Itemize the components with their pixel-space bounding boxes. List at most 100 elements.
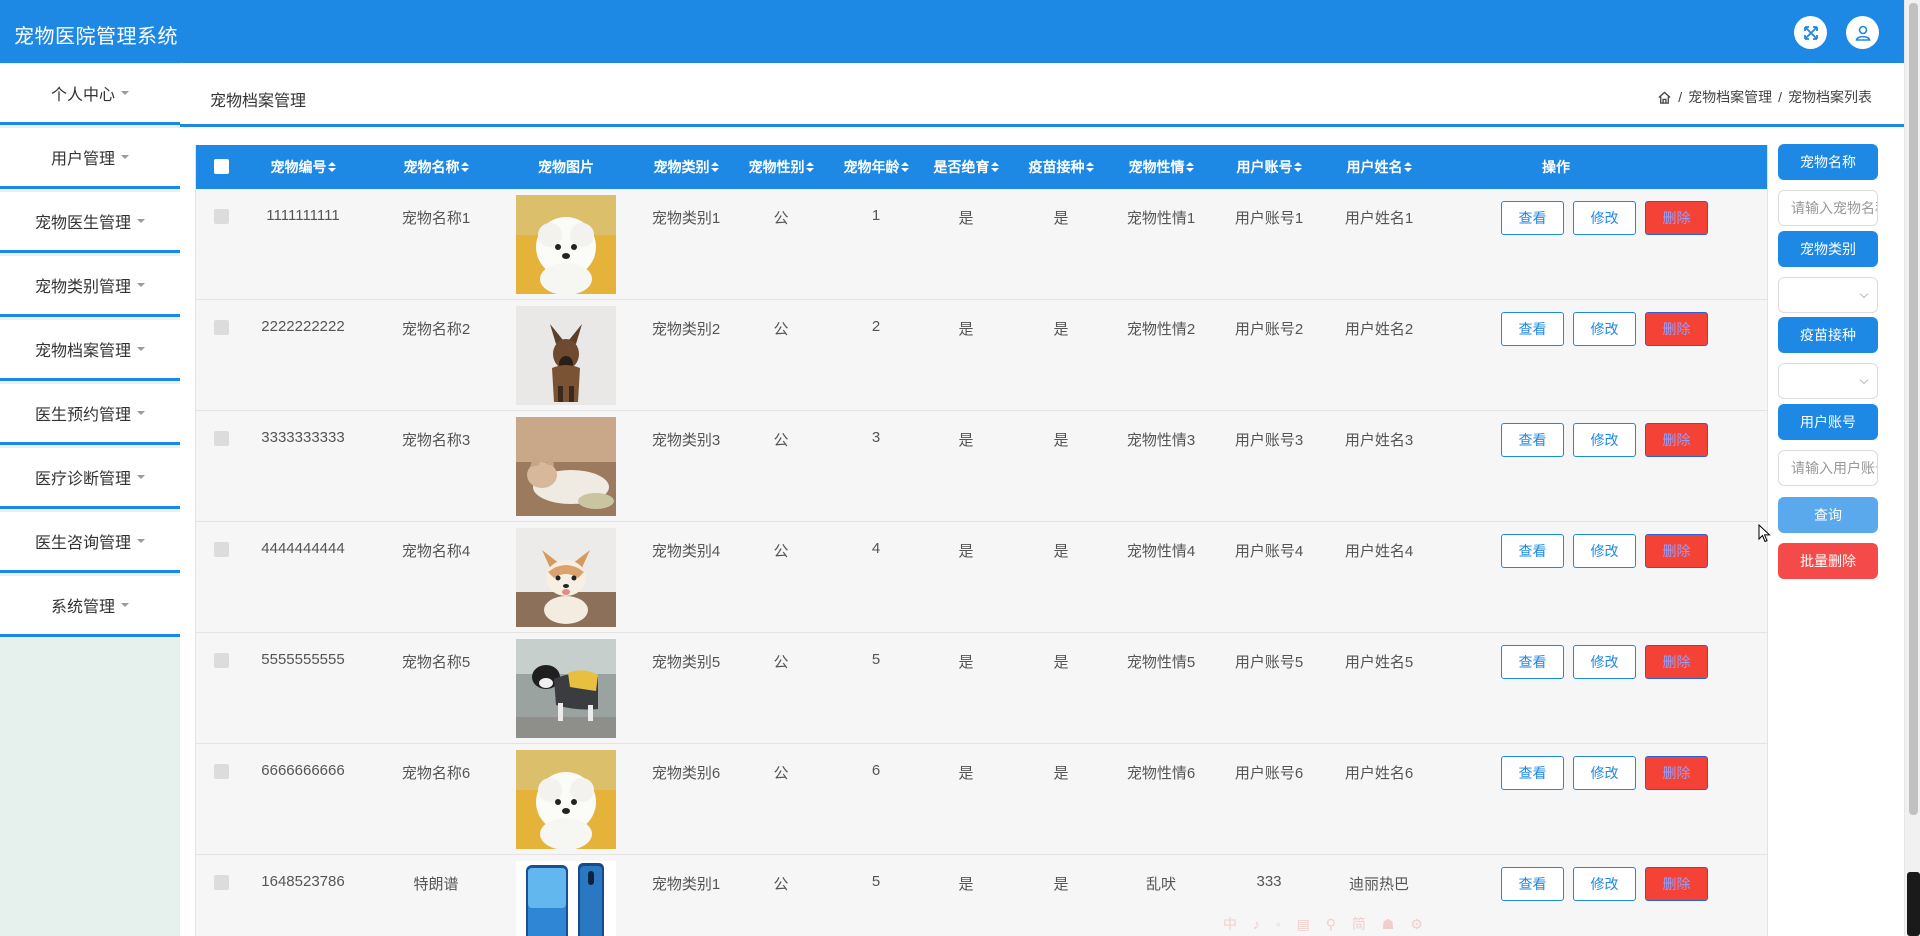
- user-menu-button[interactable]: [1846, 16, 1879, 49]
- row-checkbox[interactable]: [214, 875, 229, 890]
- sort-icon[interactable]: [1293, 162, 1302, 173]
- sidebar-item-users[interactable]: 用户管理: [0, 128, 180, 189]
- sidebar-item-consultation[interactable]: 医生咨询管理: [0, 512, 180, 573]
- delete-button[interactable]: 删除: [1645, 867, 1708, 901]
- vaccinated-cell: 是: [1053, 543, 1069, 560]
- row-checkbox[interactable]: [214, 431, 229, 446]
- account-label: 用户账号: [1778, 404, 1878, 440]
- pet-category-cell: 宠物类别1: [651, 876, 721, 893]
- row-checkbox[interactable]: [214, 764, 229, 779]
- pet-category-label: 宠物类别: [1778, 231, 1878, 267]
- column-header: 操作: [1542, 159, 1570, 175]
- sidebar-item-label: 用户管理: [50, 151, 115, 168]
- sort-icon[interactable]: [1085, 162, 1094, 173]
- sort-icon[interactable]: [1403, 162, 1412, 173]
- sort-icon[interactable]: [805, 162, 814, 173]
- column-header[interactable]: 疫苗接种: [1016, 145, 1106, 189]
- account-input[interactable]: 请输入用户账号: [1778, 450, 1878, 486]
- sidebar-item-diagnosis[interactable]: 医疗诊断管理: [0, 448, 180, 509]
- sidebar-item-label: 系统管理: [50, 599, 115, 616]
- edit-button[interactable]: 修改: [1573, 312, 1636, 346]
- page-scrollbar[interactable]: [1904, 0, 1920, 936]
- row-checkbox[interactable]: [214, 209, 229, 224]
- view-button[interactable]: 查看: [1501, 867, 1564, 901]
- column-header[interactable]: 宠物类别: [636, 145, 736, 189]
- temper-cell: 宠物性情6: [1126, 765, 1196, 782]
- edit-button[interactable]: 修改: [1573, 201, 1636, 235]
- chevron-down-icon: [121, 603, 129, 607]
- query-button[interactable]: 查询: [1778, 497, 1878, 533]
- row-checkbox[interactable]: [214, 653, 229, 668]
- edit-button[interactable]: 修改: [1573, 867, 1636, 901]
- edit-button[interactable]: 修改: [1573, 423, 1636, 457]
- batch-delete-button[interactable]: 批量删除: [1778, 543, 1878, 579]
- sidebar-item-system[interactable]: 系统管理: [0, 576, 180, 637]
- username-cell: 用户姓名1: [1344, 210, 1414, 227]
- view-button[interactable]: 查看: [1501, 756, 1564, 790]
- pet-age-cell: 3: [871, 429, 881, 446]
- breadcrumb-sep: /: [1778, 89, 1782, 105]
- breadcrumb-sep: /: [1678, 89, 1683, 105]
- row-checkbox[interactable]: [214, 542, 229, 557]
- view-button[interactable]: 查看: [1501, 312, 1564, 346]
- sidebar-item-pet-categories[interactable]: 宠物类别管理: [0, 256, 180, 317]
- view-button[interactable]: 查看: [1501, 423, 1564, 457]
- pet-sex-cell: 公: [773, 654, 789, 671]
- delete-button[interactable]: 删除: [1645, 423, 1708, 457]
- neutered-cell: 是: [958, 654, 974, 671]
- pet-id-cell: 4444444444: [261, 540, 345, 557]
- sort-icon[interactable]: [990, 162, 999, 173]
- edit-button[interactable]: 修改: [1573, 756, 1636, 790]
- pet-sex-cell: 公: [773, 765, 789, 782]
- sidebar-item-doctors[interactable]: 宠物医生管理: [0, 192, 180, 253]
- sort-icon[interactable]: [327, 162, 336, 173]
- view-button[interactable]: 查看: [1501, 534, 1564, 568]
- pet-age-cell: 5: [871, 651, 881, 668]
- table-header: 宠物编号 宠物名称 宠物图片 宠物类别 宠物性别 宠物年龄 是否绝育 疫苗接种 …: [196, 145, 1767, 189]
- view-button[interactable]: 查看: [1501, 645, 1564, 679]
- column-header[interactable]: 是否绝育: [926, 145, 1006, 189]
- delete-button[interactable]: 删除: [1645, 645, 1708, 679]
- fullscreen-button[interactable]: [1794, 16, 1827, 49]
- sort-icon[interactable]: [900, 162, 909, 173]
- scrollbar-corner: [1907, 872, 1920, 936]
- account-cell: 用户账号1: [1234, 210, 1304, 227]
- home-icon[interactable]: [1657, 90, 1672, 105]
- username-cell: 用户姓名3: [1344, 432, 1414, 449]
- delete-button[interactable]: 删除: [1645, 756, 1708, 790]
- delete-button[interactable]: 删除: [1645, 201, 1708, 235]
- column-header[interactable]: 宠物编号: [238, 145, 368, 189]
- pet-category-cell: 宠物类别6: [651, 765, 721, 782]
- view-button[interactable]: 查看: [1501, 201, 1564, 235]
- pet-name-input[interactable]: 请输入宠物名称: [1778, 190, 1878, 226]
- column-header[interactable]: 宠物性情: [1111, 145, 1211, 189]
- column-header[interactable]: 宠物年龄: [831, 145, 921, 189]
- sidebar-item-pet-records[interactable]: 宠物档案管理: [0, 320, 180, 381]
- pet-name-label: 宠物名称: [1778, 144, 1878, 180]
- delete-button[interactable]: 删除: [1645, 534, 1708, 568]
- select-all-checkbox[interactable]: [214, 159, 229, 174]
- delete-button[interactable]: 删除: [1645, 312, 1708, 346]
- sidebar-item-appointments[interactable]: 医生预约管理: [0, 384, 180, 445]
- pet-category-select[interactable]: [1778, 277, 1878, 313]
- column-header[interactable]: 宠物名称: [376, 145, 496, 189]
- row-checkbox[interactable]: [214, 320, 229, 335]
- sort-icon[interactable]: [1185, 162, 1194, 173]
- table-row: 3333333333 宠物名称3 宠物类别3 公 3 是 是 宠物性情3 用户账号3 用户姓名3 查…: [196, 411, 1767, 522]
- sort-icon[interactable]: [460, 162, 469, 173]
- pet-id-cell: 2222222222: [261, 318, 345, 335]
- column-header[interactable]: 用户账号: [1224, 145, 1314, 189]
- sidebar-item-label: 医生咨询管理: [34, 535, 131, 552]
- sort-icon[interactable]: [710, 162, 719, 173]
- sidebar-item-profile[interactable]: 个人中心: [0, 64, 180, 125]
- breadcrumb-item[interactable]: 宠物档案管理: [1688, 87, 1772, 107]
- edit-button[interactable]: 修改: [1573, 645, 1636, 679]
- edit-button[interactable]: 修改: [1573, 534, 1636, 568]
- column-header[interactable]: 宠物性别: [741, 145, 821, 189]
- sidebar-item-label: 宠物类别管理: [34, 279, 131, 296]
- column-header[interactable]: 用户姓名: [1329, 145, 1429, 189]
- username-cell: 用户姓名6: [1344, 765, 1414, 782]
- table-row: 6666666666 宠物名称6 宠物类别6 公 6 是 是 宠物性情6 用户账号6 用户姓名6 查…: [196, 744, 1767, 855]
- scrollbar-thumb[interactable]: [1909, 3, 1918, 815]
- vaccine-select[interactable]: [1778, 363, 1878, 399]
